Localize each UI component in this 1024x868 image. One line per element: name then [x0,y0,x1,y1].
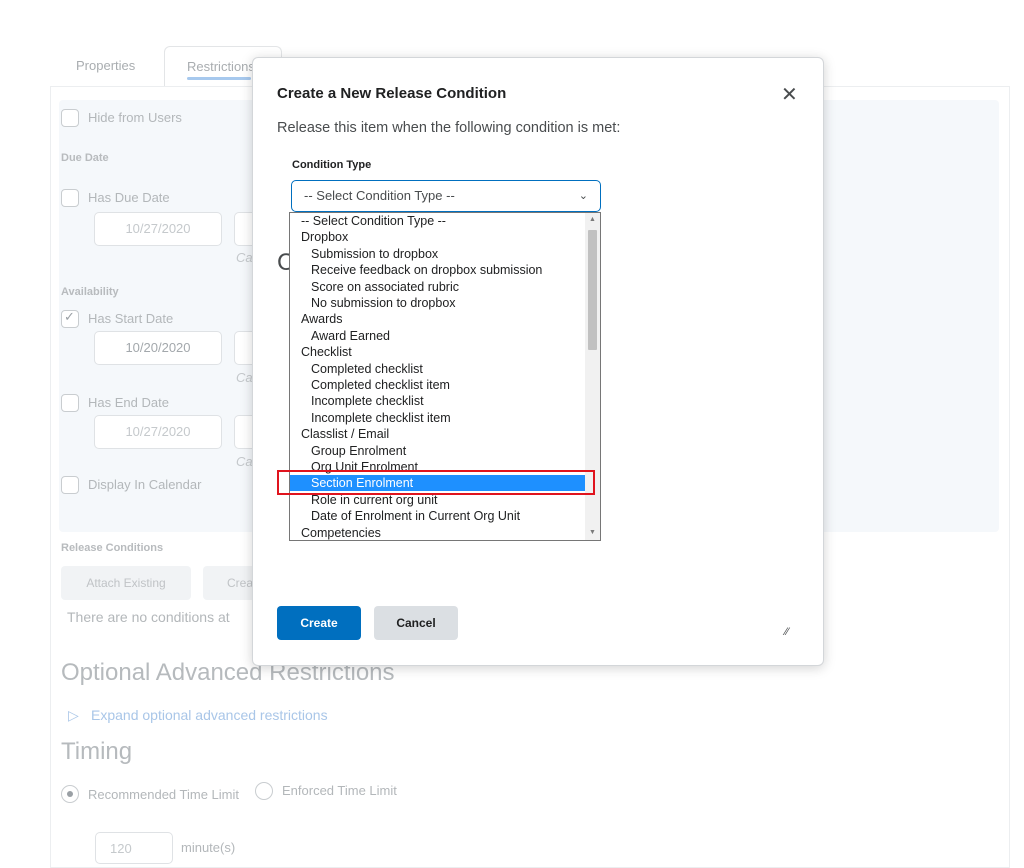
dialog-subtitle: Release this item when the following con… [277,120,621,136]
condition-type-label: Condition Type [292,159,372,171]
listbox-group-header[interactable]: -- Select Condition Type -- [290,213,585,229]
listbox-option[interactable]: Score on associated rubric [290,279,585,295]
timing-heading: Timing [61,738,133,765]
chevron-down-icon: ⌄ [578,190,588,202]
start-date-input[interactable]: 10/20/2020 [94,331,222,365]
condition-type-select[interactable]: -- Select Condition Type -- ⌄ [291,180,601,212]
attach-existing-button[interactable]: Attach Existing [61,566,191,600]
listbox-group-header: Checklist [301,345,352,360]
display-in-calendar-label: Display In Calendar [88,477,202,492]
no-conditions-text: There are no conditions at [67,609,230,625]
listbox-option[interactable]: Receive feedback on dropbox submission [290,262,585,278]
has-end-date-label: Has End Date [88,395,169,410]
time-limit-input[interactable]: 120 [95,832,173,864]
has-due-date-label: Has Due Date [88,190,170,205]
end-date-input[interactable]: 10/27/2020 [94,415,222,449]
expand-triangle-icon[interactable]: ▷ [68,707,79,724]
availability-heading: Availability [61,286,119,298]
due-date-input[interactable]: 10/27/2020 [94,212,222,246]
hide-from-users-label: Hide from Users [88,110,182,125]
listbox-option[interactable]: Completed checklist [290,361,585,377]
resize-handle-icon[interactable]: ⁄⁄ [785,626,789,638]
listbox-option[interactable]: No submission to dropbox [290,295,585,311]
listbox-option[interactable]: Incomplete checklist [290,393,585,409]
minutes-label: minute(s) [181,840,236,855]
enforced-time-label: Enforced Time Limit [282,783,397,798]
tab-restrictions-label: Restrictions [187,59,255,74]
display-in-calendar-checkbox[interactable] [61,476,79,494]
scrollbar-thumb[interactable] [588,230,597,350]
due-date-heading: Due Date [61,152,109,164]
annotation-highlight-box [277,470,595,495]
expand-advanced-link[interactable]: Expand optional advanced restrictions [91,707,328,723]
listbox-group-header: Awards [301,312,343,327]
listbox-option[interactable]: Submission to dropbox [290,246,585,262]
listbox-option[interactable]: Group Enrolment [290,443,585,459]
tab-properties[interactable]: Properties [76,46,135,86]
has-due-date-checkbox[interactable] [61,189,79,207]
recommended-time-radio[interactable] [61,785,79,803]
listbox-option[interactable]: Incomplete checklist item [290,410,585,426]
release-conditions-heading: Release Conditions [61,542,164,554]
dialog-title: Create a New Release Condition [277,85,507,102]
enforced-time-radio[interactable] [255,782,273,800]
listbox-option[interactable]: Award Earned [290,328,585,344]
scroll-down-icon[interactable]: ▼ [585,526,600,540]
listbox-group-header: Classlist / Email [301,427,390,442]
tab-active-indicator [187,77,251,80]
has-end-date-checkbox[interactable] [61,394,79,412]
scroll-up-icon[interactable]: ▲ [585,213,600,227]
start-calendar-note: Ca [236,370,253,385]
due-calendar-note: Ca [236,250,253,265]
recommended-time-label: Recommended Time Limit [88,787,239,802]
create-button[interactable]: Create [277,606,361,640]
end-calendar-note: Ca [236,454,253,469]
cancel-button[interactable]: Cancel [374,606,458,640]
hide-from-users-checkbox[interactable] [61,109,79,127]
condition-type-value: -- Select Condition Type -- [304,188,455,203]
listbox-group-header: Competencies [301,525,381,540]
listbox-option[interactable]: Completed checklist item [290,377,585,393]
listbox-group-header: Dropbox [301,230,349,245]
has-start-date-label: Has Start Date [88,311,174,326]
close-icon[interactable]: ✕ [781,82,798,107]
listbox-option[interactable]: Date of Enrolment in Current Org Unit [290,508,585,524]
has-start-date-checkbox[interactable] [61,309,79,328]
